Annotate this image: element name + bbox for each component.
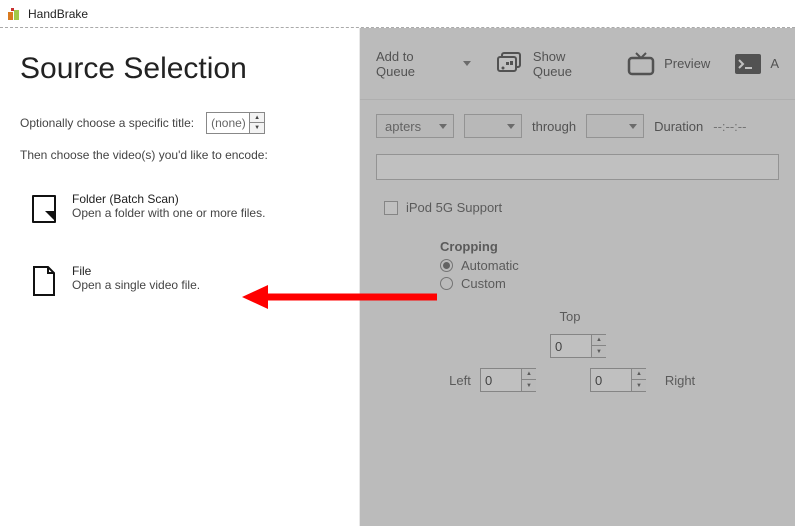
preview-button[interactable]: Preview <box>620 51 716 77</box>
spinner-up-icon[interactable]: ▲ <box>592 335 606 346</box>
titlebar: HandBrake <box>0 0 795 28</box>
add-queue-label: Add to Queue <box>376 49 451 79</box>
spinner-down-icon[interactable]: ▼ <box>522 380 536 391</box>
ipod-label: iPod 5G Support <box>406 200 502 215</box>
file-icon <box>30 264 58 298</box>
activity-label: A <box>770 56 779 71</box>
chevron-down-icon <box>629 124 637 129</box>
radio-icon <box>440 277 453 290</box>
chapters-select[interactable]: apters <box>376 114 454 138</box>
terminal-icon <box>734 53 762 75</box>
app-icon <box>6 6 22 22</box>
crop-custom-radio[interactable]: Custom <box>440 276 795 291</box>
source-folder-desc: Open a folder with one or more files. <box>72 206 265 220</box>
crop-right-label: Right <box>660 373 700 388</box>
crop-right-input[interactable] <box>591 369 631 391</box>
crop-right-spinner[interactable]: ▲▼ <box>590 368 646 392</box>
spinner-down-icon[interactable]: ▼ <box>250 123 264 133</box>
source-file-desc: Open a single video file. <box>72 278 200 292</box>
crop-left-spinner[interactable]: ▲▼ <box>480 368 536 392</box>
spinner-down-icon[interactable]: ▼ <box>632 380 646 391</box>
source-selection-panel: Source Selection Optionally choose a spe… <box>0 28 360 526</box>
show-queue-label: Show Queue <box>533 49 602 79</box>
crop-left-label: Left <box>440 373 480 388</box>
opt-title-label: Optionally choose a specific title: <box>20 116 194 130</box>
cropping-section: Cropping Automatic Custom Top <box>360 239 795 392</box>
spinner-up-icon[interactable]: ▲ <box>522 369 536 380</box>
source-folder-item[interactable]: Folder (Batch Scan) Open a folder with o… <box>20 186 339 232</box>
spinner-up-icon[interactable]: ▲ <box>632 369 646 380</box>
folder-icon <box>30 192 58 226</box>
activity-button[interactable]: A <box>728 53 785 75</box>
chapter-start-select[interactable] <box>464 114 522 138</box>
duration-value: --:--:-- <box>713 119 746 134</box>
ipod-checkbox[interactable] <box>384 201 398 215</box>
add-to-queue-button[interactable]: Add to Queue <box>370 49 477 79</box>
spinner-down-icon[interactable]: ▼ <box>592 346 606 357</box>
chevron-down-icon <box>507 124 515 129</box>
source-file-title: File <box>72 264 200 278</box>
radio-checked-icon <box>440 259 453 272</box>
cropping-title: Cropping <box>440 239 795 254</box>
source-folder-title: Folder (Batch Scan) <box>72 192 265 206</box>
source-heading: Source Selection <box>20 52 339 86</box>
crop-top-spinner[interactable]: ▲▼ <box>550 334 606 358</box>
crop-left-input[interactable] <box>481 369 521 391</box>
title-spinner-input[interactable] <box>207 113 249 133</box>
app-title: HandBrake <box>28 7 88 21</box>
tv-icon <box>626 51 656 77</box>
toolbar: Add to Queue Show Queue <box>360 28 795 100</box>
duration-label: Duration <box>654 119 703 134</box>
crop-top-label: Top <box>550 309 590 324</box>
main-area: Add to Queue Show Queue <box>360 28 795 526</box>
crop-auto-radio[interactable]: Automatic <box>440 258 795 273</box>
instruction-text: Then choose the video(s) you'd like to e… <box>20 148 339 162</box>
spinner-up-icon[interactable]: ▲ <box>250 113 264 123</box>
chapters-row: apters through Duration --:--:-- <box>360 100 795 152</box>
chapter-end-select[interactable] <box>586 114 644 138</box>
output-path-field[interactable] <box>376 154 779 180</box>
chevron-down-icon <box>439 124 447 129</box>
title-spinner[interactable]: ▲ ▼ <box>206 112 265 134</box>
source-file-item[interactable]: File Open a single video file. <box>20 258 339 304</box>
queue-icon <box>495 52 525 76</box>
crop-top-input[interactable] <box>551 335 591 357</box>
preview-label: Preview <box>664 56 710 71</box>
chevron-down-icon <box>463 61 471 66</box>
show-queue-button[interactable]: Show Queue <box>489 49 608 79</box>
through-label: through <box>532 119 576 134</box>
